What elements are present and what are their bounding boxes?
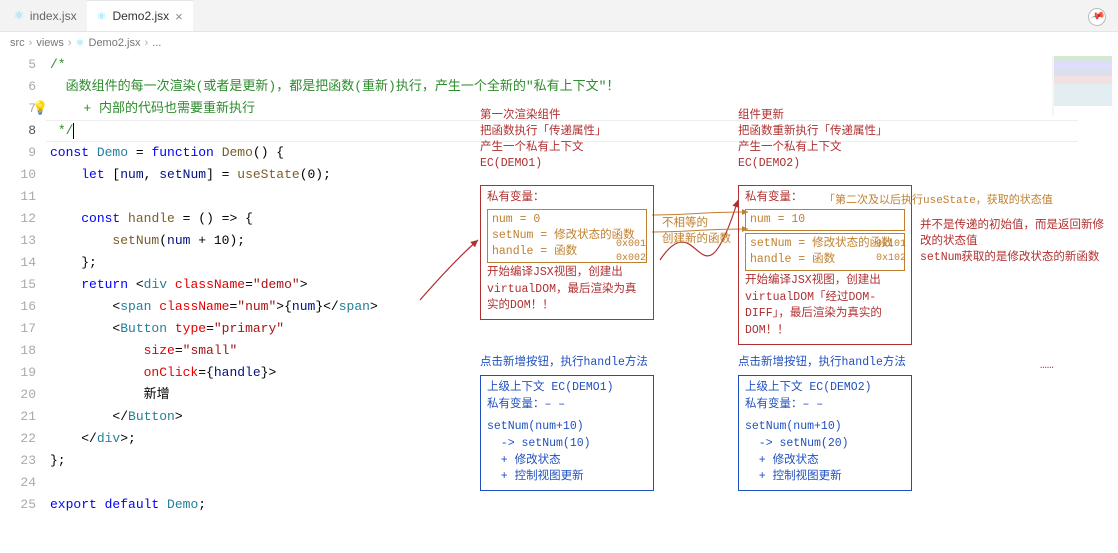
line-number: 24 [0,472,36,494]
tab-label: Demo2.jsx [112,9,169,23]
anno-right-box2: 上级上下文 EC(DEMO2) 私有变量：– – setNum(num+10) … [738,375,912,491]
tab-index[interactable]: ⚛ index.jsx [4,0,87,31]
text-cursor [73,123,74,139]
breadcrumb-item[interactable]: Demo2.jsx [89,37,141,49]
code-line[interactable]: /* [50,54,1118,76]
code-line[interactable]: <Button type="primary" [50,318,1118,340]
anno-addr: 0x101 0x102 [876,238,906,266]
breadcrumb-item[interactable]: views [36,37,64,49]
anno-text: setNum(num+10) -> setNum(10) + 修改状态 + 控制… [487,419,647,486]
line-number: 17 [0,318,36,340]
anno-right-inner: num = 10 [745,209,905,231]
react-icon: ⚛ [76,38,85,49]
tab-demo2[interactable]: ⚛ Demo2.jsx × [87,0,193,31]
line-number: 21 [0,406,36,428]
line-number: 11 [0,186,36,208]
chevron-right-icon: › [29,37,33,49]
line-number: 25 [0,494,36,516]
breadcrumb-item[interactable]: ... [152,37,161,49]
anno-text: 私有变量：– – [487,397,647,414]
chevron-right-icon: › [144,37,148,49]
react-icon: ⚛ [14,9,24,22]
line-number: 12 [0,208,36,230]
anno-middle: 不相等的 创建新的函数 [662,216,731,248]
line-number: 23 [0,450,36,472]
breadcrumb: src › views › ⚛ Demo2.jsx › ... [0,32,1118,54]
anno-right-click: 点击新增按钮，执行handle方法 [738,355,906,371]
pin-icon[interactable]: 📌 [1085,5,1110,30]
line-number: 7 [0,98,36,120]
chevron-right-icon: › [68,37,72,49]
line-number: 19 [0,362,36,384]
breadcrumb-item[interactable]: src [10,37,25,49]
anno-left-click: 点击新增按钮，执行handle方法 [480,355,648,371]
line-number: 10 [0,164,36,186]
anno-left-box2: 上级上下文 EC(DEMO1) 私有变量：– – setNum(num+10) … [480,375,654,491]
anno-text: setNum(num+10) -> setNum(20) + 修改状态 + 控制… [745,419,905,486]
line-number: 22 [0,428,36,450]
anno-text: 开始编译JSX视图，创建出virtualDOM「经过DOM-DIFF」，最后渲染… [745,273,905,340]
line-number: 16 [0,296,36,318]
anno-text: 私有变量： [487,190,647,207]
line-number: 9 [0,142,36,164]
anno-right-note: 「第二次及以后执行useState，获取的状态值 [824,194,1053,209]
gutter: 5678910111213141516171819202122232425 [0,54,50,516]
line-number: 13 [0,230,36,252]
minimap[interactable] [1052,56,1112,116]
line-number: 8 [0,120,36,142]
line-number: 15 [0,274,36,296]
tab-label: index.jsx [30,9,77,23]
code-line[interactable]: 函数组件的每一次渲染(或者是更新)，都是把函数(重新)执行，产生一个全新的"私有… [50,76,1118,98]
anno-left-header: 第一次渲染组件 把函数执行「传递属性」 产生一个私有上下文 EC(DEMO1) [480,108,607,172]
line-number: 5 [0,54,36,76]
lightbulb-icon[interactable]: 💡 [32,101,48,116]
close-icon[interactable]: × [175,9,183,24]
anno-ellipsis: …… [1040,358,1054,374]
anno-text: 上级上下文 EC(DEMO2) [745,380,905,397]
code-line[interactable]: export default Demo; [50,494,1118,516]
anno-text: 私有变量：– – [745,397,905,414]
tabs-bar: ⚛ index.jsx ⚛ Demo2.jsx × 📌 [0,0,1118,32]
anno-text: 上级上下文 EC(DEMO1) [487,380,647,397]
line-number: 14 [0,252,36,274]
anno-right-header: 组件更新 把函数重新执行「传递属性」 产生一个私有上下文 EC(DEMO2) [738,108,888,172]
anno-addr: 0x001 0x002 [616,238,646,266]
line-number: 18 [0,340,36,362]
anno-side-note: 并不是传递的初始值，而是返回新修改的状态值 setNum获取的是修改状态的新函数 [920,218,1105,266]
line-number: 6 [0,76,36,98]
line-number: 20 [0,384,36,406]
anno-text: 开始编译JSX视图，创建出virtualDOM，最后渲染为真实的DOM！！ [487,265,647,315]
react-icon: ⚛ [97,10,107,23]
